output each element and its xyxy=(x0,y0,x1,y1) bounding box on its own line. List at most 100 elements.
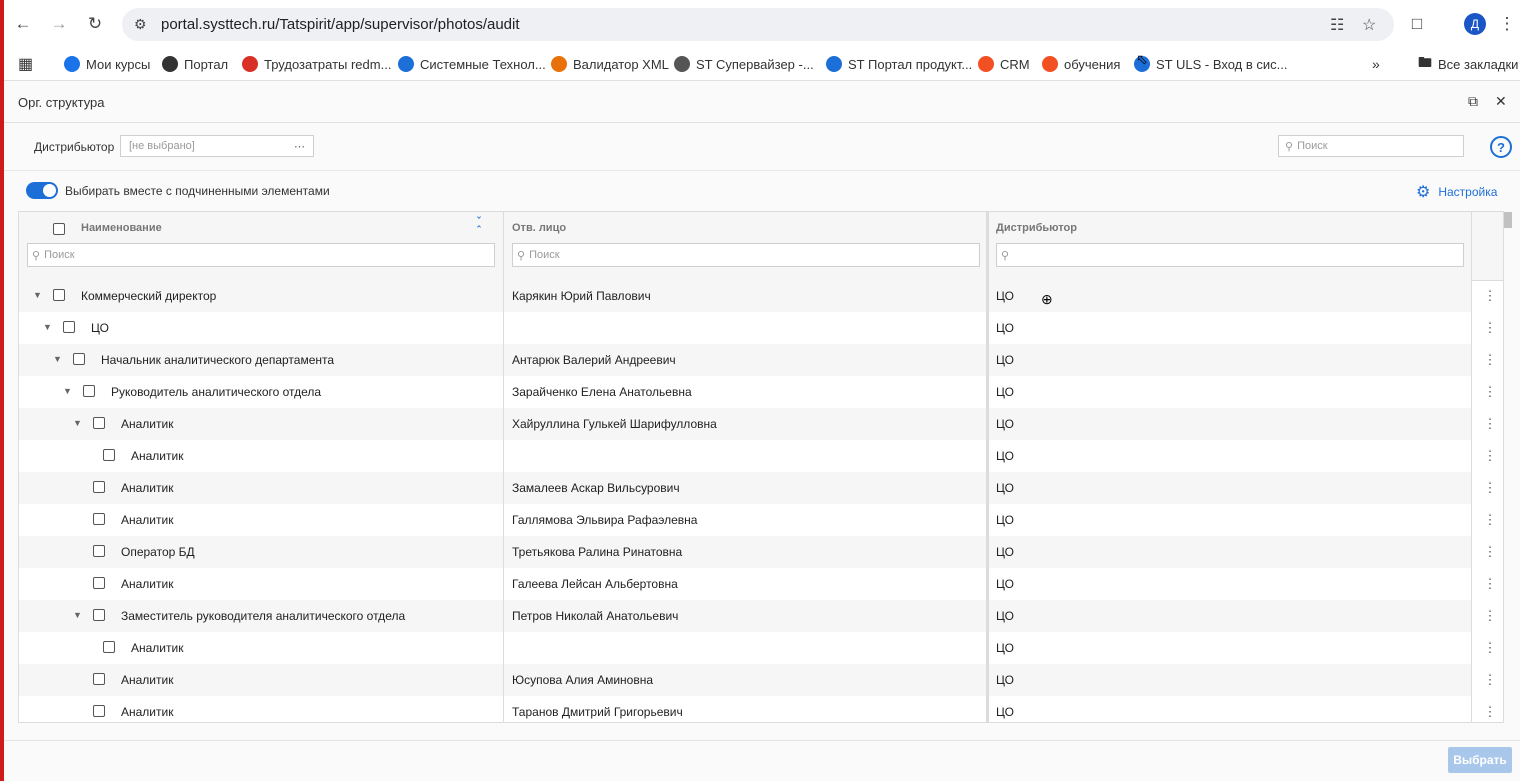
row-distributor: ЦО xyxy=(996,673,1014,687)
bookmark-item[interactable]: ST Портал продукт... xyxy=(826,53,972,75)
restore-icon[interactable]: ⧉ xyxy=(1468,93,1478,110)
select-all-checkbox[interactable] xyxy=(53,223,65,235)
row-checkbox[interactable] xyxy=(103,449,115,461)
extensions-icon[interactable]: □ xyxy=(1404,11,1430,37)
table-row[interactable]: ▼ Начальник аналитического департамента Ан… xyxy=(19,344,1471,376)
row-name: Аналитик xyxy=(121,673,174,687)
bookmark-item[interactable]: Системные Технол... xyxy=(398,53,546,75)
table-row[interactable]: Аналитик Галлямова Эльвира Рафаэлевна ЦО xyxy=(19,504,1471,536)
scrollbar-thumb[interactable] xyxy=(1504,212,1512,228)
collapse-all-icon[interactable]: ˇˆ xyxy=(477,217,481,237)
row-checkbox[interactable] xyxy=(93,705,105,717)
reload-icon[interactable]: ↻ xyxy=(82,11,108,37)
table-row[interactable]: Аналитик Таранов Дмитрий Григорьевич ЦО xyxy=(19,696,1471,722)
column-person-header[interactable]: Отв. лицо xyxy=(512,222,566,234)
help-icon[interactable]: ? xyxy=(1490,136,1512,158)
expand-toggle-icon[interactable]: ▼ xyxy=(53,354,62,364)
row-checkbox[interactable] xyxy=(63,321,75,333)
search-icon: ⚲ xyxy=(32,249,41,262)
column-name-header[interactable]: Наименование xyxy=(81,222,162,234)
row-name: Оператор БД xyxy=(121,545,195,559)
table-row[interactable]: Аналитик Замалеев Аскар Вильсурович ЦО xyxy=(19,472,1471,504)
row-person: Замалеев Аскар Вильсурович xyxy=(512,481,680,495)
bookmark-label: Системные Технол... xyxy=(420,56,546,72)
settings-button[interactable]: ⚙ Настройка xyxy=(1416,182,1497,202)
select-button[interactable]: Выбрать xyxy=(1448,747,1512,773)
table-row[interactable]: ▼ Коммерческий директор Карякин Юрий Павло… xyxy=(19,280,1471,312)
row-checkbox[interactable] xyxy=(93,545,105,557)
expand-toggle-icon[interactable]: ▼ xyxy=(33,290,42,300)
table-row[interactable]: Аналитик Юсупова Алия Аминовна ЦО xyxy=(19,664,1471,696)
org-structure-dialog: Орг. структура ⧉ ✕ Дистрибьютор [не выбр… xyxy=(4,81,1520,781)
row-checkbox[interactable] xyxy=(93,609,105,621)
expand-toggle-icon[interactable]: ▼ xyxy=(73,418,82,428)
row-name: ЦО xyxy=(91,321,109,335)
bookmark-favicon-icon xyxy=(398,56,414,72)
row-checkbox[interactable] xyxy=(93,577,105,589)
site-info-icon[interactable]: ⚙ xyxy=(134,16,147,33)
row-checkbox[interactable] xyxy=(93,673,105,685)
row-checkbox[interactable] xyxy=(93,513,105,525)
table-row[interactable]: ▼ ЦО ЦО xyxy=(19,312,1471,344)
star-icon[interactable]: ☆ xyxy=(1362,15,1376,35)
table-row[interactable]: Аналитик ЦО xyxy=(19,632,1471,664)
more-icon[interactable]: ⋯ xyxy=(294,140,305,153)
expand-toggle-icon[interactable]: ▼ xyxy=(73,610,82,620)
table-row[interactable]: ▼ Руководитель аналитического отдела Зарай… xyxy=(19,376,1471,408)
bookmark-label: Трудозатраты redm... xyxy=(264,56,392,72)
row-name: Аналитик xyxy=(121,417,174,431)
more-bookmarks-icon[interactable]: » xyxy=(1372,53,1380,75)
row-name: Аналитик xyxy=(121,577,174,591)
all-bookmarks[interactable]: 🖿 Все закладки xyxy=(1418,53,1518,75)
bookmark-item[interactable]: Валидатор XML xyxy=(551,53,669,75)
expand-toggle-icon[interactable]: ▼ xyxy=(43,322,52,332)
row-checkbox[interactable] xyxy=(73,353,85,365)
bookmark-favicon-icon xyxy=(978,56,994,72)
table-row[interactable]: Оператор БД Третьякова Ралина Ринатовна ЦО xyxy=(19,536,1471,568)
bookmark-item[interactable]: ST ULS - Вход в сис... xyxy=(1134,53,1287,75)
bookmark-item[interactable]: обучения xyxy=(1042,53,1120,75)
bookmark-item[interactable]: Трудозатраты redm... xyxy=(242,53,391,75)
translate-icon[interactable]: ☷ xyxy=(1330,15,1344,35)
row-distributor: ЦО xyxy=(996,417,1014,431)
row-checkbox[interactable] xyxy=(93,417,105,429)
bookmark-item[interactable]: CRM xyxy=(978,53,1030,75)
distributor-search-input[interactable]: ⚲ xyxy=(996,243,1464,267)
row-distributor: ЦО xyxy=(996,353,1014,367)
back-icon[interactable]: ← xyxy=(10,11,36,37)
close-icon[interactable]: ✕ xyxy=(1495,93,1507,110)
table-row[interactable]: Аналитик ЦО xyxy=(19,440,1471,472)
column-divider[interactable] xyxy=(986,212,989,722)
row-person: Третьякова Ралина Ринатовна xyxy=(512,545,683,559)
forward-icon[interactable]: → xyxy=(46,11,72,37)
actions-column xyxy=(1471,212,1503,722)
avatar[interactable]: Д xyxy=(1464,13,1486,35)
name-search-input[interactable]: ⚲ Поиск xyxy=(27,243,495,267)
distributor-select[interactable]: [не выбрано] ⋯ xyxy=(120,135,314,157)
bookmark-favicon-icon xyxy=(64,56,80,72)
row-name: Аналитик xyxy=(121,705,174,719)
bookmark-item[interactable]: Портал xyxy=(162,53,228,75)
row-distributor: ЦО xyxy=(996,289,1014,303)
table-row[interactable]: Аналитик Галеева Лейсан Альбертовна ЦО xyxy=(19,568,1471,600)
menu-icon[interactable]: ⋮ xyxy=(1494,11,1520,37)
table-row[interactable]: ▼ Заместитель руководителя аналитического… xyxy=(19,600,1471,632)
row-checkbox[interactable] xyxy=(53,289,65,301)
address-bar[interactable]: ⚙ portal.systtech.ru/Tatspirit/app/super… xyxy=(122,8,1394,41)
row-checkbox[interactable] xyxy=(93,481,105,493)
bookmark-item[interactable]: Мои курсы xyxy=(64,53,150,75)
expand-toggle-icon[interactable]: ▼ xyxy=(63,386,72,396)
table-row[interactable]: ▼ Аналитик Хайруллина Гулькей Шарифулловна… xyxy=(19,408,1471,440)
row-checkbox[interactable] xyxy=(83,385,95,397)
subordinates-toggle[interactable] xyxy=(26,182,58,199)
column-divider xyxy=(503,212,504,722)
global-search-input[interactable]: ⚲ Поиск xyxy=(1278,135,1464,157)
column-distributor-header[interactable]: Дистрибьютор xyxy=(996,222,1077,234)
row-checkbox[interactable] xyxy=(103,641,115,653)
person-search-input[interactable]: ⚲ Поиск xyxy=(512,243,980,267)
bookmark-item[interactable]: ST Супервайзер -... xyxy=(674,53,814,75)
apps-grid-icon[interactable]: ▦ xyxy=(18,53,33,75)
gear-icon: ⚙ xyxy=(1416,184,1431,201)
bookmark-label: ST ULS - Вход в сис... xyxy=(1156,56,1288,72)
url-text[interactable]: portal.systtech.ru/Tatspirit/app/supervi… xyxy=(161,16,520,33)
